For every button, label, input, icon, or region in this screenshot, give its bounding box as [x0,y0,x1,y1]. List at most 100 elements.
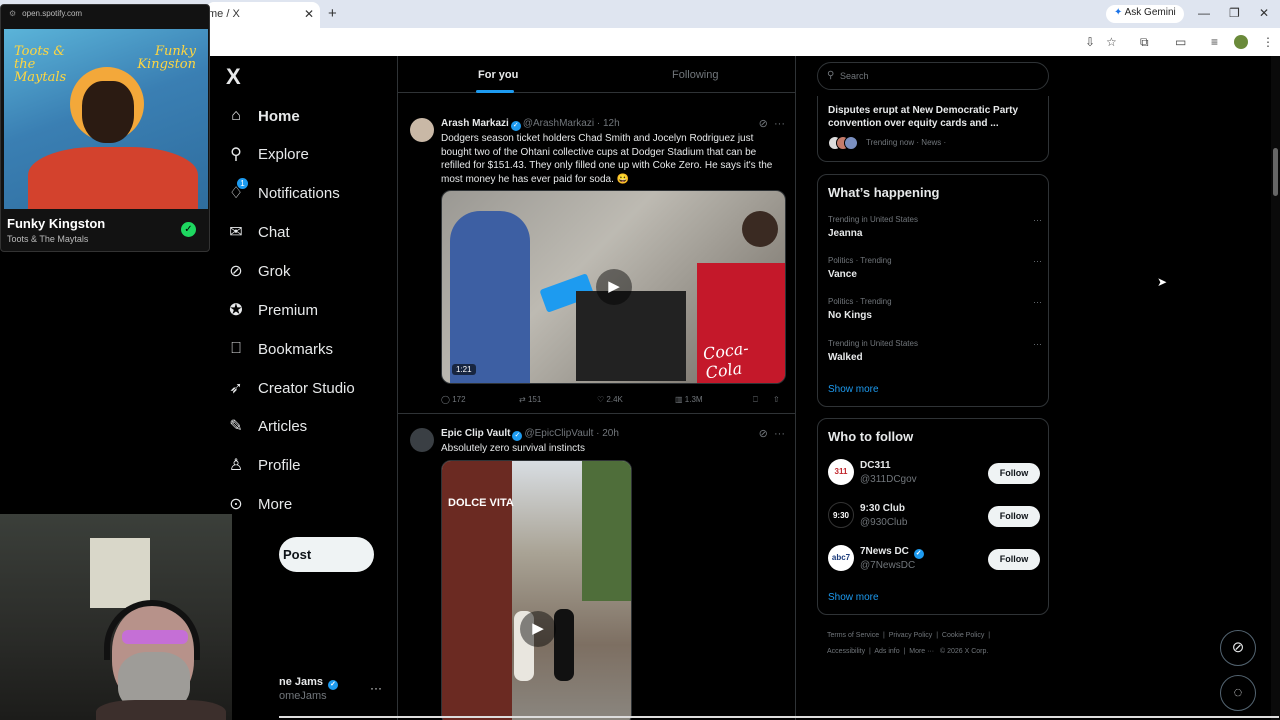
install-icon[interactable]: ⇩ [1085,35,1095,49]
more-icon[interactable]: ··· [1033,339,1042,349]
news-meta: Trending now · News · [866,138,947,147]
footer-link[interactable]: More ··· [909,648,934,655]
show-more-link[interactable]: Show more [828,592,879,603]
news-card[interactable]: Disputes erupt at New Democratic Party c… [817,96,1049,162]
more-icon[interactable]: ··· [774,118,785,130]
saved-check-icon[interactable]: ✓ [181,222,196,237]
star-icon[interactable]: ☆ [1106,35,1117,49]
tweet-video[interactable]: DOLCE VITA ▶ [441,460,632,720]
footer-link[interactable]: Cookie Policy [942,632,984,639]
follow-button[interactable]: Follow [988,463,1040,484]
nav-articles[interactable]: ✎ Articles [226,413,307,439]
home-icon: ⌂ [231,107,241,124]
account-name[interactable]: ne Jams ✓ [279,676,340,690]
browser-tab[interactable]: me / X ✕ [206,2,320,28]
post-button[interactable]: Post [279,537,374,572]
media-icon[interactable]: ≡ [1211,35,1218,49]
avatar[interactable] [410,118,434,142]
bookmark-button[interactable]: ⎕ [753,395,758,405]
reply-button[interactable]: ◯ 172 [441,395,466,404]
nav-grok[interactable]: ⊘ Grok [226,258,290,284]
trend-item[interactable]: Trending in United States Jeanna ··· [828,215,1042,245]
chat-float-button[interactable]: ◌ [1220,675,1256,711]
share-icon: ⇧ [773,395,780,404]
album-text-right: Funky Kingston [137,44,196,72]
views-button[interactable]: ▥ 1.3M [675,395,703,404]
account-more-icon[interactable]: ··· [370,681,382,695]
play-icon[interactable]: ▶ [520,611,556,647]
reply-icon: ◯ [441,395,450,404]
follow-button[interactable]: Follow [988,506,1040,527]
avatar[interactable]: 9:30 [828,502,854,528]
tweet-time[interactable]: · 12h [597,118,620,129]
tweet-author-handle[interactable]: @ArashMarkazi [523,118,594,129]
footer-link[interactable]: Accessibility [827,648,865,655]
avatar[interactable]: 311 [828,459,854,485]
more-icon[interactable]: ··· [1033,297,1042,307]
chat-bubble-icon: ◌ [1233,684,1243,701]
nav-premium[interactable]: ✪ Premium [226,297,318,323]
tab-following[interactable]: Following [672,69,718,81]
tab-close-icon[interactable]: ✕ [304,7,314,21]
profile-avatar-icon[interactable] [1234,35,1248,49]
nav-bookmarks[interactable]: ⎕ Bookmarks [226,336,333,362]
more-icon[interactable]: ··· [1033,256,1042,266]
kebab-menu-icon[interactable]: ⋮ [1262,35,1274,49]
tweet-author-handle[interactable]: @EpicClipVault [524,428,593,439]
footer-link[interactable]: Privacy Policy [889,632,933,639]
restore-button[interactable]: ❐ [1229,6,1240,20]
show-more-link[interactable]: Show more [828,384,879,395]
close-window-button[interactable]: ✕ [1259,6,1269,20]
nav-profile[interactable]: ♙ Profile [226,452,301,478]
nav-creator-studio[interactable]: ➶ Creator Studio [226,375,354,401]
tweet[interactable]: Arash Markazi ✓ @ArashMarkazi · 12h ⊘ ··· … [398,110,795,414]
spotify-mini-player[interactable]: ⚙ open.spotify.com Toots & the Maytals Fu… [0,4,210,252]
footer-link[interactable]: Terms of Service [827,632,879,639]
like-button[interactable]: ♡ 2.4K [597,395,623,404]
video-tree [582,461,631,601]
search-input[interactable]: ⚲ Search [817,62,1049,90]
trend-item[interactable]: Trending in United States Walked ··· [828,339,1042,369]
grok-icon: ⊘ [229,263,243,280]
minimize-button[interactable]: — [1198,6,1210,20]
more-icon[interactable]: ··· [774,428,785,440]
follow-suggestion[interactable]: 9:30 9:30 Club @930Club Follow [828,501,1040,531]
grok-float-button[interactable]: ⊘ [1220,630,1256,666]
video-register [576,291,686,381]
nav-more[interactable]: ⊙ More [226,491,292,517]
tweet-author-name[interactable]: Arash Markazi [441,118,509,129]
follow-suggestion[interactable]: abc7 7News DC ✓ @7NewsDC Follow [828,544,1040,574]
repost-button[interactable]: ⇄ 151 [519,395,541,404]
new-tab-button[interactable]: + [328,5,337,22]
follow-suggestion[interactable]: 311 DC311 @311DCgov Follow [828,458,1040,488]
trend-item[interactable]: Politics · Trending No Kings ··· [828,297,1042,327]
tab-indicator [476,90,514,93]
nav-chat[interactable]: ✉ Chat [226,219,289,245]
follow-button[interactable]: Follow [988,549,1040,570]
x-logo[interactable]: X [226,64,241,90]
extensions-icon[interactable]: ⧉ [1140,35,1149,50]
grok-icon[interactable]: ⊘ [759,118,768,130]
tweet-author-name[interactable]: Epic Clip Vault [441,428,510,439]
share-button[interactable]: ⇧ [773,395,780,404]
webcam-overlay [0,514,232,720]
tab-for-you[interactable]: For you [478,69,518,81]
who-to-follow-title: Who to follow [828,429,914,444]
tweet-time[interactable]: · 20h [596,428,619,439]
grok-icon[interactable]: ⊘ [759,428,768,440]
ask-gemini-button[interactable]: ✦ Ask Gemini [1106,5,1184,23]
avatar[interactable] [410,428,434,452]
more-icon[interactable]: ··· [1033,215,1042,225]
nav-notifications[interactable]: ♢ 1 Notifications [226,178,340,206]
footer-link[interactable]: Ads info [874,648,899,655]
tweet[interactable]: Epic Clip Vault ✓ @EpicClipVault · 20h ⊘ ·… [398,420,795,720]
trend-item[interactable]: Politics · Trending Vance ··· [828,256,1042,286]
sidepanel-icon[interactable]: ▭ [1175,35,1186,49]
tweet-video[interactable]: Coca-Cola ▶ 1:21 [441,190,786,384]
play-icon[interactable]: ▶ [596,269,632,305]
scrollbar-thumb[interactable] [1273,148,1278,196]
nav-explore[interactable]: ⚲ Explore [226,141,309,167]
nav-home[interactable]: ⌂ Home [226,103,300,129]
avatar[interactable]: abc7 [828,545,854,571]
tweet-top-icons: ⊘ ··· [759,427,785,440]
